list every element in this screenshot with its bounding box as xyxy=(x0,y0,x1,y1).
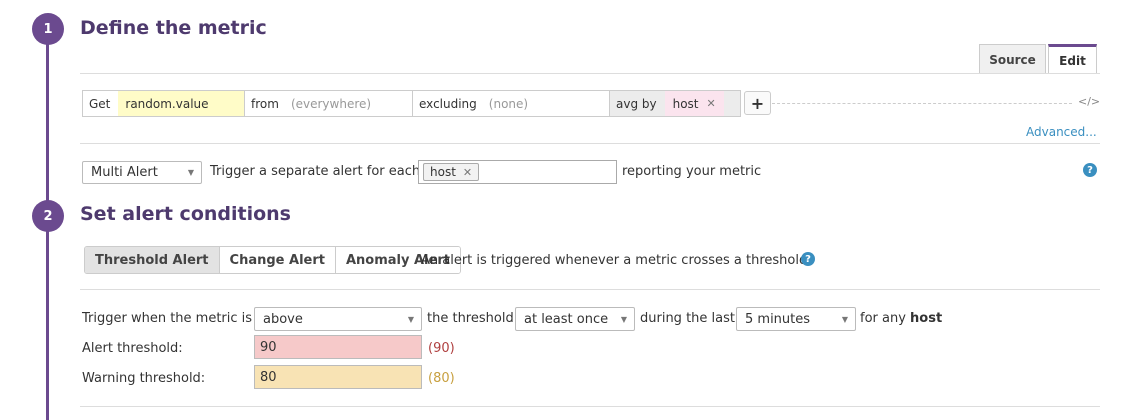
chevron-down-icon: ▼ xyxy=(407,314,414,324)
remove-tag-icon[interactable]: ✕ xyxy=(463,166,472,179)
excluding-label: excluding xyxy=(419,96,477,111)
time-window-value: 5 minutes xyxy=(745,311,811,327)
dashed-connector xyxy=(772,103,1072,104)
alert-threshold-preview: (90) xyxy=(428,341,455,356)
frequency-select[interactable]: at least once ▼ xyxy=(515,307,635,331)
threshold-label: the threshold xyxy=(427,311,514,326)
condition-value: above xyxy=(263,311,303,327)
group-tag-label: host xyxy=(430,165,456,179)
chevron-down-icon: ▼ xyxy=(620,314,627,324)
group-name: host xyxy=(910,311,943,326)
group-tag-chip[interactable]: host ✕ xyxy=(423,163,480,181)
condition-select[interactable]: above ▼ xyxy=(254,307,422,331)
divider xyxy=(80,289,1100,290)
get-cell[interactable]: Get random.value xyxy=(83,91,245,116)
add-query-button[interactable]: + xyxy=(744,91,771,115)
alert-mode-value: Multi Alert xyxy=(91,165,158,180)
get-label: Get xyxy=(89,96,111,111)
remove-tag-icon[interactable]: ✕ xyxy=(707,97,716,110)
metric-name-field[interactable]: random.value xyxy=(118,91,244,116)
frequency-value: at least once xyxy=(524,311,609,327)
tab-edit[interactable]: Edit xyxy=(1048,44,1097,74)
divider xyxy=(80,143,1100,144)
for-any-label: for any host xyxy=(860,311,942,326)
warning-threshold-input[interactable]: 80 xyxy=(254,365,422,389)
from-cell[interactable]: from (everywhere) xyxy=(245,91,413,116)
avg-by-tag-label: host xyxy=(672,96,699,111)
for-any-text: for any xyxy=(860,311,906,326)
chevron-down-icon: ▼ xyxy=(187,168,194,177)
step-1-title: Define the metric xyxy=(80,17,267,39)
divider xyxy=(80,73,1100,74)
during-label: during the last xyxy=(640,311,735,326)
alert-type-description: An alert is triggered whenever a metric … xyxy=(421,253,812,268)
alert-mode-select[interactable]: Multi Alert ▼ xyxy=(82,161,202,184)
group-tag-input[interactable]: host ✕ xyxy=(418,160,617,184)
avg-by-cell[interactable]: avg by host ✕ xyxy=(610,91,740,116)
multi-alert-text: Trigger a separate alert for each xyxy=(210,164,421,179)
multi-alert-suffix: reporting your metric xyxy=(622,164,762,179)
threshold-alert-button[interactable]: Threshold Alert xyxy=(85,247,220,273)
trigger-label: Trigger when the metric is xyxy=(82,311,253,326)
avg-by-label: avg by xyxy=(616,96,657,111)
tab-source[interactable]: Source xyxy=(979,44,1046,74)
excluding-value: (none) xyxy=(488,96,529,111)
excluding-cell[interactable]: excluding (none) xyxy=(413,91,610,116)
step-2-title: Set alert conditions xyxy=(80,203,291,225)
alert-type-group: Threshold Alert Change Alert Anomaly Ale… xyxy=(84,246,461,274)
advanced-link[interactable]: Advanced... xyxy=(1026,125,1097,139)
help-icon[interactable]: ? xyxy=(801,252,815,266)
step-1-badge: 1 xyxy=(32,13,64,45)
chevron-down-icon: ▼ xyxy=(841,314,848,324)
warning-threshold-label: Warning threshold: xyxy=(82,371,206,386)
avg-by-tag[interactable]: host ✕ xyxy=(664,91,724,116)
time-window-select[interactable]: 5 minutes ▼ xyxy=(736,307,856,331)
from-label: from xyxy=(251,96,279,111)
step-2-badge: 2 xyxy=(32,200,64,232)
alert-threshold-label: Alert threshold: xyxy=(82,341,183,356)
warning-threshold-preview: (80) xyxy=(428,371,455,386)
alert-threshold-input[interactable]: 90 xyxy=(254,335,422,359)
metric-query-row: Get random.value from (everywhere) exclu… xyxy=(82,90,741,117)
code-icon[interactable]: </> xyxy=(1078,95,1100,108)
help-icon[interactable]: ? xyxy=(1083,163,1097,177)
change-alert-button[interactable]: Change Alert xyxy=(219,247,336,273)
from-value: (everywhere) xyxy=(290,96,372,111)
divider xyxy=(80,406,1100,407)
